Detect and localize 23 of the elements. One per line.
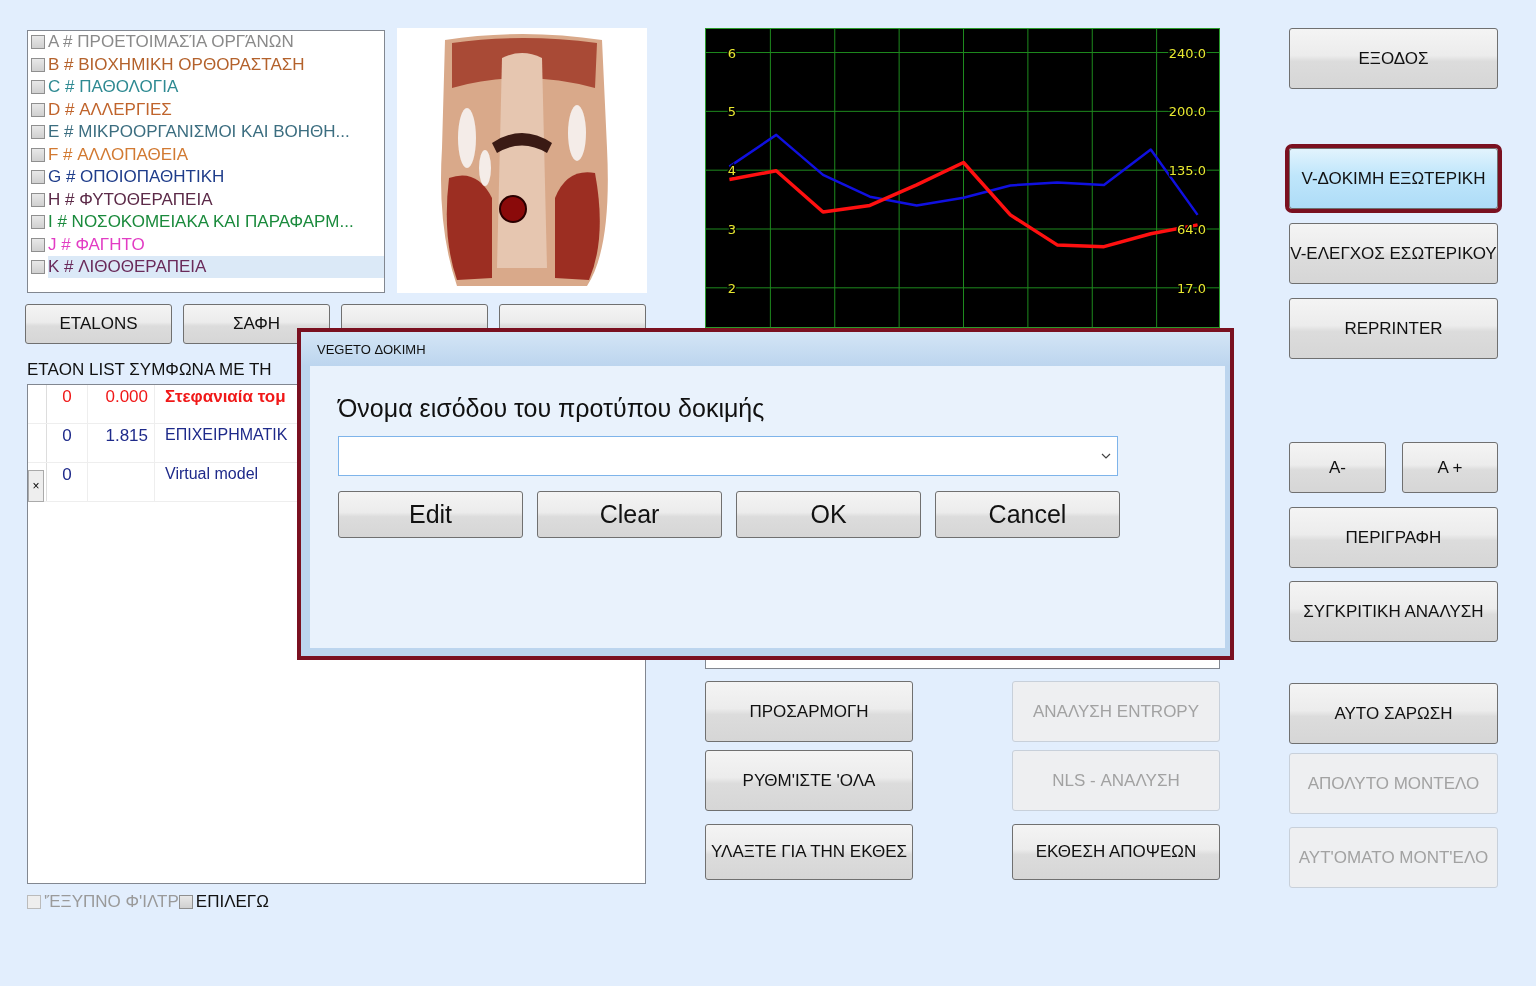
item-label: F # ΑΛΛΟΠΑΘΕΙΑ bbox=[48, 143, 190, 166]
axis-tick-label: 17.0 bbox=[1177, 280, 1206, 296]
item-label: A # ΠΡΟΕΤΟΙΜΑΣΊΑ ΟΡΓΆΝΩΝ bbox=[48, 31, 295, 54]
table-cell: 1.815 bbox=[88, 424, 155, 462]
item-label: H # ΦΥΤΟΘΕΡΑΠΕΙΑ bbox=[48, 188, 214, 211]
checkbox-label: ΕΠΙΛΕΓΩ bbox=[195, 892, 269, 912]
table-cell: 0 bbox=[47, 463, 88, 501]
table-cell: 0.000 bbox=[88, 385, 155, 423]
axis-tick-label: 5 bbox=[727, 104, 737, 120]
table-cell: 0 bbox=[47, 424, 88, 462]
item-label: G # ΟΠΟΙΟΠΑΘΗΤΙΚΗ bbox=[48, 166, 226, 189]
item-label: D # ΑΛΛΕΡΓΙΕΣ bbox=[48, 98, 173, 121]
axis-tick-label: 200.0 bbox=[1168, 104, 1206, 120]
axis-tick-label: 135.0 bbox=[1168, 163, 1206, 179]
axis-tick-label: 2 bbox=[727, 280, 737, 296]
checkbox-label: 'ΈΞΥΠΝΟ Φ'ΙΛΤΡ bbox=[44, 892, 179, 912]
axis-tick-label: 4 bbox=[727, 163, 737, 179]
table-cell: 0 bbox=[47, 385, 88, 423]
list-title: ETAON LIST ΣΥΜΦΩΝΑ ΜΕ ΤΗ bbox=[27, 360, 273, 380]
item-label: C # ΠΑΘΟΛΟΓΙΑ bbox=[48, 76, 180, 99]
axis-tick-label: 3 bbox=[727, 222, 737, 237]
item-label: B # ΒΙΟΧΗΜΙΚΗ ΟΡΘΟΡΑΣΤΑΣΗ bbox=[48, 53, 306, 76]
item-label: J # ΦΑΓΗΤΟ bbox=[48, 233, 146, 256]
